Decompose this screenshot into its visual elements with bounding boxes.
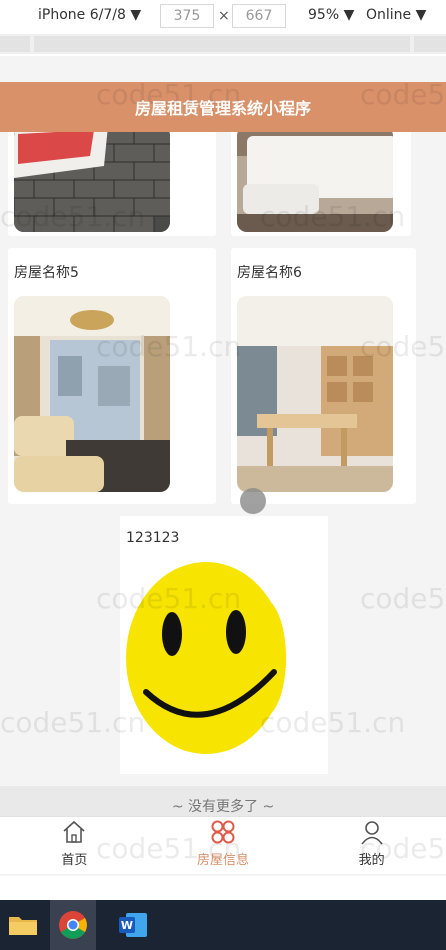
house-card[interactable]: 房屋名称5 [8,248,216,504]
chrome-icon [59,911,87,939]
word-button[interactable]: W [110,900,156,950]
tab-home-label: 首页 [61,853,88,868]
svg-text:W: W [121,919,133,932]
house-card[interactable]: 房屋名称6 [231,248,416,504]
folder-icon [9,917,37,935]
house-card[interactable]: 123123 [120,516,328,774]
house-card[interactable] [231,116,411,236]
phone-viewport[interactable]: 房屋租赁管理系统小程序 房屋名称5 房屋名称6 123123 ~ 没有更多了 ~… [0,56,446,876]
tab-mine-label: 我的 [358,853,385,868]
house-photo [237,126,393,232]
tab-house-info-label: 房屋信息 [197,853,250,868]
chrome-button[interactable] [50,900,96,950]
house-photo [237,296,393,492]
device-select[interactable]: iPhone 6/7/8 ▼ [38,7,141,23]
network-select[interactable]: Online ▼ [366,7,426,23]
house-card[interactable] [8,116,216,236]
house-name: 房屋名称6 [237,265,302,281]
house-name: 123123 [126,530,180,546]
word-icon: W [119,913,147,937]
living-room-image [14,296,170,492]
nav-title-bar: 房屋租赁管理系统小程序 [0,82,446,132]
bedroom-image [237,126,393,232]
os-taskbar: W [0,900,446,950]
file-explorer-button[interactable] [0,900,46,950]
grid-icon [211,820,235,844]
house-name: 房屋名称5 [14,265,79,281]
zoom-select[interactable]: 95% ▼ [308,7,354,23]
ruler-segment [414,36,446,52]
house-photo [14,296,170,492]
dimension-separator: × [218,8,230,24]
brick-wall-image [14,126,170,232]
tab-house-info[interactable]: 房屋信息 [149,817,298,874]
tab-home[interactable]: 首页 [0,817,149,874]
loft-interior-image [237,296,393,492]
smiley-face-image [126,562,286,754]
user-icon [361,821,383,845]
home-icon [63,820,85,843]
ruler-segment [0,36,30,52]
tab-bar: 首页 房屋信息 我的 [0,816,446,874]
house-photo [14,126,170,232]
width-input[interactable]: 375 [160,4,214,28]
tab-mine[interactable]: 我的 [297,817,446,874]
devtools-toolbar: iPhone 6/7/8 ▼ 375 × 667 95% ▼ Online ▼ [0,0,446,32]
height-input[interactable]: 667 [232,4,286,28]
ruler-segment [34,36,410,52]
scroll-indicator [240,488,266,514]
media-query-ruler [0,34,446,54]
